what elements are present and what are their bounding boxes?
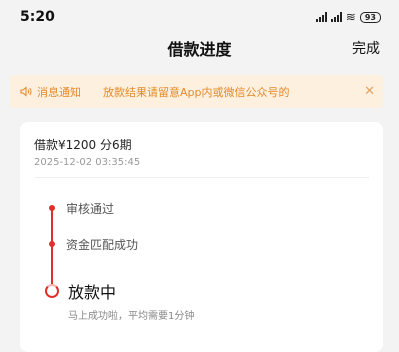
done-button[interactable]: 完成 (352, 38, 380, 58)
wifi-icon: ≋ (345, 10, 356, 24)
status-time: 5:20 (20, 9, 55, 25)
divider (34, 177, 369, 178)
loan-summary: 借款¥1200 分6期 (34, 138, 132, 152)
loading-spinner-icon (45, 284, 59, 298)
timeline-line (51, 209, 53, 289)
notice-bar[interactable]: 消息通知 放款结果请留意App内或微信公众号的 ✕ (10, 75, 383, 108)
current-step-note: 马上成功啦，平均需要1分钟 (68, 311, 195, 322)
close-icon[interactable]: ✕ (364, 84, 375, 99)
speaker-icon (20, 86, 33, 97)
cell-signal-icon (315, 12, 327, 22)
timeline-dot (49, 205, 55, 211)
cell-signal-2-icon (330, 12, 342, 22)
timeline-dot (49, 241, 55, 247)
nav-bar: 借款进度 完成 (0, 34, 399, 62)
timeline-step: 审核通过 (66, 202, 115, 216)
status-bar: 5:20 ≋ 93 (0, 0, 399, 34)
current-step: 放款中 (68, 283, 117, 302)
timeline-step: 资金匹配成功 (66, 238, 139, 252)
loan-timestamp: 2025-12-02 03:35:45 (34, 157, 141, 168)
battery-icon: 93 (359, 11, 381, 23)
battery-level: 93 (364, 12, 376, 22)
status-icons: ≋ 93 (315, 10, 381, 24)
page-title: 借款进度 (167, 40, 232, 59)
progress-card: 借款¥1200 分6期 2025-12-02 03:35:45 审核通过 资金匹… (20, 122, 383, 352)
notice-text: 放款结果请留意App内或微信公众号的 (103, 85, 290, 99)
notice-label: 消息通知 (37, 85, 81, 99)
